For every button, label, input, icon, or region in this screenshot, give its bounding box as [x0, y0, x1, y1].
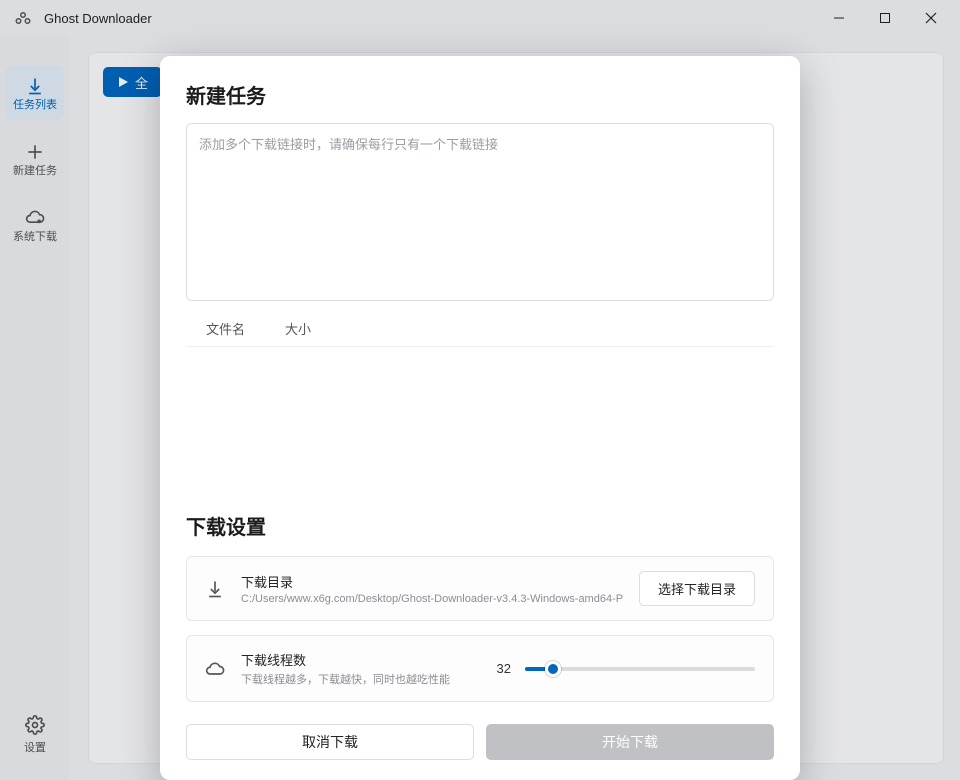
download-dir-card: 下载目录 C:/Users/www.x6g.com/Desktop/Ghost-…: [186, 556, 774, 621]
modal-overlay: 新建任务 文件名 大小 下载设置 下载目录 C:/Users/www.x6g.c…: [0, 0, 960, 780]
col-size: 大小: [265, 311, 331, 346]
file-table-header: 文件名 大小: [186, 311, 774, 347]
url-input[interactable]: [186, 123, 774, 301]
threads-value: 32: [497, 661, 511, 676]
choose-dir-button[interactable]: 选择下载目录: [639, 571, 755, 606]
download-settings-title: 下载设置: [186, 511, 774, 540]
new-task-dialog: 新建任务 文件名 大小 下载设置 下载目录 C:/Users/www.x6g.c…: [160, 56, 800, 780]
dialog-title: 新建任务: [186, 80, 774, 109]
slider-thumb[interactable]: [545, 661, 561, 677]
threads-slider[interactable]: [525, 657, 755, 681]
col-filename: 文件名: [186, 311, 265, 346]
download-icon: [205, 579, 225, 599]
threads-label: 下载线程数: [241, 650, 497, 669]
download-dir-path: C:/Users/www.x6g.com/Desktop/Ghost-Downl…: [241, 593, 639, 605]
threads-desc: 下载线程越多，下载越快，同时也越吃性能: [241, 671, 497, 687]
file-table-body-empty: [186, 347, 774, 487]
threads-card: 下载线程数 下载线程越多，下载越快，同时也越吃性能 32: [186, 635, 774, 702]
cloud-icon: [205, 659, 225, 679]
cancel-button[interactable]: 取消下载: [186, 724, 474, 760]
start-download-button[interactable]: 开始下载: [486, 724, 774, 760]
download-dir-label: 下载目录: [241, 572, 639, 591]
